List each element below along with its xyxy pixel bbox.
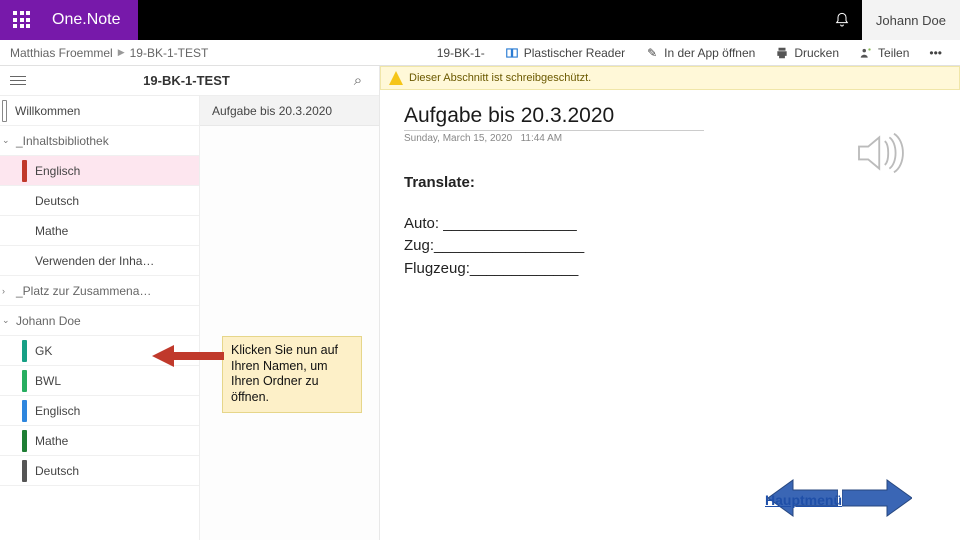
section-item[interactable]: ›_Platz zur Zusammena… [0,276,199,306]
section-color-tab [22,460,27,482]
section-color-tab [22,430,27,452]
document: Aufgabe bis 20.3.2020 Sunday, March 15, … [380,90,960,540]
section-list: Willkommen⌄_InhaltsbibliothekEnglischDeu… [0,96,200,540]
chevron-right-icon: ▶ [118,47,125,58]
section-label: Deutsch [35,194,79,208]
section-label: Englisch [35,164,80,178]
section-label: Verwenden der Inha… [35,254,154,268]
section-color-tab [22,220,27,242]
immersive-reader-button[interactable]: Plastischer Reader [497,40,633,66]
page-body: Translate: Auto: ________________ Zug:__… [404,172,936,280]
top-bar: One.Note Johann Doe [0,0,960,40]
open-in-app-button[interactable]: ✎ In der App öffnen [637,40,763,66]
user-name[interactable]: Johann Doe [862,0,960,40]
section-item[interactable]: BWL [0,366,199,396]
section-item[interactable]: Mathe [0,426,199,456]
app-launcher[interactable] [0,0,44,40]
apps-icon [13,11,31,29]
breadcrumb-owner[interactable]: Matthias Froemmel [10,46,113,60]
share-icon [859,46,873,60]
search-icon[interactable]: ⌕ [343,72,373,89]
tab-dropdown[interactable]: 19-BK-1- [429,40,493,66]
section-color-tab [22,340,27,362]
command-bar: Matthias Froemmel ▶ 19-BK-1-TEST 19-BK-1… [0,40,960,66]
warning-icon [389,71,403,85]
expand-icon: › [2,286,14,296]
section-item[interactable]: Englisch [0,156,199,186]
ellipsis-icon: ••• [929,46,942,60]
section-item[interactable]: Deutsch [0,456,199,486]
section-label: Englisch [35,404,80,418]
breadcrumb-notebook[interactable]: 19-BK-1-TEST [130,46,209,60]
section-label: _Platz zur Zusammena… [16,284,151,298]
more-button[interactable]: ••• [921,40,950,66]
section-label: Mathe [35,224,68,238]
hamburger-icon[interactable] [6,76,30,85]
section-color-tab [22,190,27,212]
next-arrow[interactable] [842,478,912,518]
section-label: Willkommen [15,104,80,118]
instruction-callout: Klicken Sie nun auf Ihren Namen, um Ihre… [222,336,362,413]
content-area: Dieser Abschnitt ist schreibgeschützt. A… [380,66,960,540]
main-menu-link[interactable]: Hauptmenü [765,492,842,508]
expand-icon: ⌄ [2,315,14,326]
section-item[interactable]: Willkommen [0,96,199,126]
section-label: Johann Doe [16,314,81,328]
share-button[interactable]: Teilen [851,40,917,66]
warning-text: Dieser Abschnitt ist schreibgeschützt. [409,72,591,84]
section-item[interactable]: Verwenden der Inha… [0,246,199,276]
section-label: BWL [35,374,61,388]
section-label: Mathe [35,434,68,448]
section-color-tab [22,250,27,272]
red-arrow-icon [152,345,224,367]
printer-icon [775,46,789,60]
readonly-warning: Dieser Abschnitt ist schreibgeschützt. [380,66,960,90]
section-item[interactable]: ⌄Johann Doe [0,306,199,336]
section-item[interactable]: Deutsch [0,186,199,216]
page-item[interactable]: Aufgabe bis 20.3.2020 [200,96,379,126]
section-color-tab [22,160,27,182]
section-item[interactable]: Mathe [0,216,199,246]
notifications-icon[interactable] [822,0,862,40]
expand-icon: ⌄ [2,135,14,146]
app-title: One.Note [44,0,138,40]
notebook-title[interactable]: 19-BK-1-TEST [30,73,343,88]
speaker-icon [854,130,910,176]
section-item[interactable]: ⌄_Inhaltsbibliothek [0,126,199,156]
pencil-icon: ✎ [645,46,659,60]
page-title: Aufgabe bis 20.3.2020 [404,104,704,131]
section-color-tab [22,400,27,422]
section-label: GK [35,344,52,358]
section-label: Deutsch [35,464,79,478]
section-color-tab [2,100,7,122]
section-item[interactable]: Englisch [0,396,199,426]
page-list: Aufgabe bis 20.3.2020 [200,96,379,540]
section-color-tab [22,370,27,392]
reader-icon [505,46,519,60]
print-button[interactable]: Drucken [767,40,847,66]
navigation-pane: 19-BK-1-TEST ⌕ Willkommen⌄_Inhaltsbiblio… [0,66,380,540]
section-label: _Inhaltsbibliothek [16,134,109,148]
